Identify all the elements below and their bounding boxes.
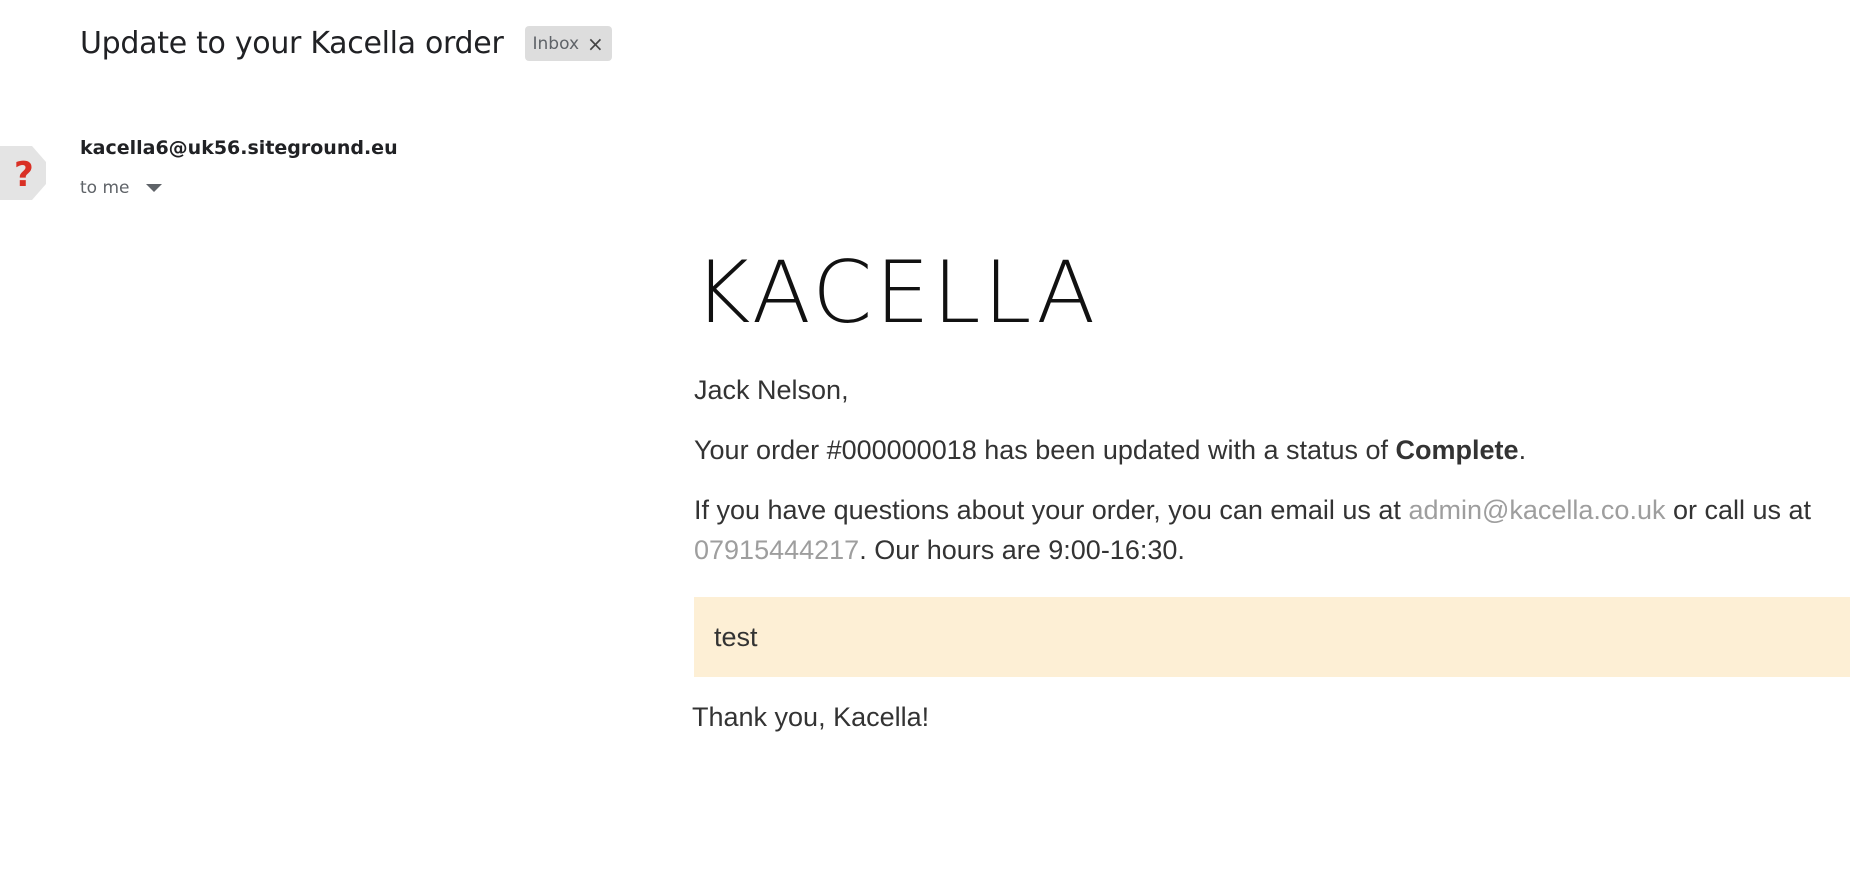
question-mark-icon: ? bbox=[0, 146, 46, 200]
contact-phone-link[interactable]: 07915444217 bbox=[694, 535, 859, 565]
sender-email[interactable]: kacella6@uk56.siteground.eu bbox=[80, 137, 398, 159]
contact-paragraph: If you have questions about your order, … bbox=[694, 490, 1850, 570]
order-note-text: test bbox=[714, 622, 758, 652]
email-subject: Update to your Kacella order bbox=[80, 26, 504, 61]
signoff: Thank you, Kacella! bbox=[692, 702, 930, 732]
status-suffix: . bbox=[1518, 435, 1527, 465]
svg-text:?: ? bbox=[14, 155, 34, 195]
brand-logo: KACELLA bbox=[694, 243, 1099, 343]
show-details-chevron-icon[interactable] bbox=[145, 184, 162, 192]
contact-suffix: . Our hours are 9:00-16:30. bbox=[859, 535, 1185, 565]
email-content: KACELLA Jack Nelson, Your order #0000000… bbox=[692, 243, 1850, 732]
status-prefix: Your order #000000018 has been updated w… bbox=[694, 435, 1396, 465]
subject-row: Update to your Kacella order Inbox × bbox=[80, 26, 612, 61]
sender-avatar[interactable]: ? bbox=[0, 138, 46, 200]
status-value: Complete bbox=[1395, 435, 1519, 465]
contact-email-link[interactable]: admin@kacella.co.uk bbox=[1408, 495, 1665, 525]
order-note-box: test bbox=[694, 597, 1850, 677]
contact-middle: or call us at bbox=[1665, 495, 1812, 525]
recipient-label: to me bbox=[80, 178, 130, 198]
greeting: Jack Nelson, bbox=[694, 375, 849, 405]
remove-label-icon[interactable]: × bbox=[587, 34, 604, 54]
recipient-line: to me bbox=[80, 178, 162, 198]
label-chip-inbox[interactable]: Inbox × bbox=[524, 26, 612, 61]
email-view: Update to your Kacella order Inbox × ? k… bbox=[0, 0, 1864, 892]
label-chip-text: Inbox bbox=[532, 33, 580, 54]
contact-prefix: If you have questions about your order, … bbox=[694, 495, 1409, 525]
status-line: Your order #000000018 has been updated w… bbox=[694, 430, 1526, 470]
